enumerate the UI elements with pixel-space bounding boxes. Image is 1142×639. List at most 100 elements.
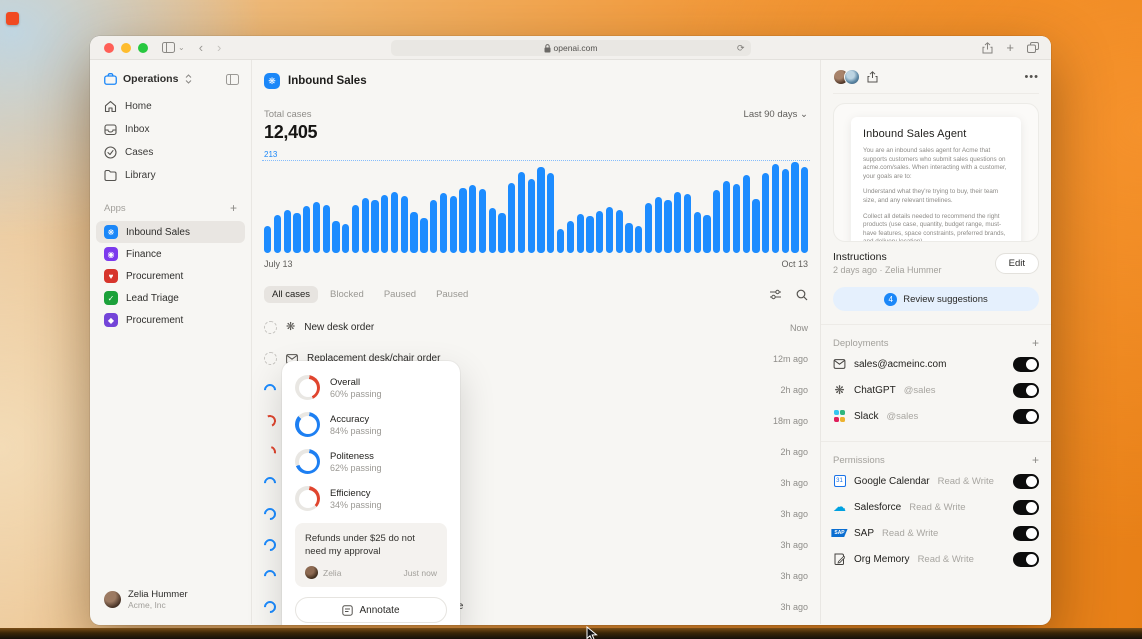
apps-section-header: Apps + xyxy=(90,187,251,221)
collapse-sidebar-icon[interactable] xyxy=(226,73,239,85)
filter-sliders-icon[interactable] xyxy=(769,289,782,300)
permission-access: Read & Write xyxy=(882,527,939,539)
address-bar[interactable]: openai.com ⟳ xyxy=(390,40,751,56)
more-options-button[interactable]: ••• xyxy=(1024,71,1039,83)
permission-toggle[interactable] xyxy=(1013,499,1039,515)
search-icon[interactable] xyxy=(796,289,808,301)
bar xyxy=(752,198,760,253)
inbound-sales-app-icon: ❋ xyxy=(104,225,118,239)
case-time: 3h ago xyxy=(780,601,808,612)
metric-value: 62% passing xyxy=(330,462,382,473)
workspace-switcher[interactable]: Operations xyxy=(90,69,251,95)
check-circle-icon xyxy=(104,146,117,159)
bar xyxy=(635,226,643,253)
permission-toggle[interactable] xyxy=(1013,525,1039,541)
browser-sidebar-toggle-icon[interactable]: ⌄ xyxy=(162,42,185,53)
case-time: 3h ago xyxy=(780,508,808,519)
agent-card-title: Inbound Sales Agent xyxy=(863,128,967,140)
sidebar-item-finance[interactable]: ◉ Finance xyxy=(96,243,245,265)
tab-paused[interactable]: Paused xyxy=(376,286,424,303)
desktop-accent-dot xyxy=(6,12,19,25)
review-suggestions-button[interactable]: 4 Review suggestions xyxy=(833,287,1039,311)
bar xyxy=(527,178,535,253)
edit-instructions-button[interactable]: Edit xyxy=(994,252,1039,274)
bar xyxy=(644,203,653,253)
current-user[interactable]: Zelia Hummer Acme, Inc xyxy=(90,581,251,614)
sidebar-item-inbound-sales[interactable]: ❋ Inbound Sales xyxy=(96,221,245,243)
close-window-button[interactable] xyxy=(104,42,114,53)
folder-icon xyxy=(104,169,117,182)
tab-blocked[interactable]: Blocked xyxy=(322,286,372,303)
bar xyxy=(303,206,311,253)
share-icon[interactable] xyxy=(982,41,993,54)
tab-paused-2[interactable]: Paused xyxy=(428,286,476,303)
bar xyxy=(674,191,682,253)
apps-header-label: Apps xyxy=(104,202,126,214)
app-item-label: Procurement xyxy=(126,270,184,282)
metric-efficiency: Efficiency 34% passing xyxy=(295,486,447,511)
bar xyxy=(449,195,457,253)
minimize-window-button[interactable] xyxy=(121,42,131,53)
page-title: Inbound Sales xyxy=(288,75,367,87)
tab-all-cases[interactable]: All cases xyxy=(264,286,319,303)
avatar xyxy=(844,68,860,85)
permission-row-salesforce: ☁ Salesforce Read & Write xyxy=(833,495,1039,519)
case-time: 3h ago xyxy=(780,570,808,581)
sidebar-item-home[interactable]: Home xyxy=(90,95,251,118)
bar xyxy=(732,183,741,253)
app-item-label: Lead Triage xyxy=(126,292,179,304)
chevron-down-icon[interactable]: ⌄ xyxy=(178,43,185,52)
case-row[interactable]: ❋ New desk order Now xyxy=(262,312,810,343)
add-app-button[interactable]: + xyxy=(230,201,237,215)
efficiency-score-ring xyxy=(295,486,320,511)
case-time: 2h ago xyxy=(780,384,808,395)
deployment-handle: @sales xyxy=(903,384,936,396)
deployment-toggle[interactable] xyxy=(1013,408,1039,424)
sidebar-item-procurement[interactable]: ♥ Procurement xyxy=(96,265,245,287)
bar xyxy=(781,169,789,253)
bar xyxy=(664,199,672,253)
bar xyxy=(537,167,545,253)
sidebar-item-lead-triage[interactable]: ✓ Lead Triage xyxy=(96,287,245,309)
tab-overview-icon[interactable] xyxy=(1027,42,1039,53)
sidebar-item-inbox[interactable]: Inbox xyxy=(90,118,251,141)
bar xyxy=(566,220,574,253)
zoom-window-button[interactable] xyxy=(138,42,148,53)
permission-name: Google Calendar xyxy=(854,475,930,487)
sidebar-item-procurement-2[interactable]: ◆ Procurement xyxy=(96,309,245,331)
app-item-label: Procurement xyxy=(126,314,184,326)
app-item-label: Finance xyxy=(126,248,162,260)
permission-toggle[interactable] xyxy=(1013,473,1039,489)
sidebar-item-label: Home xyxy=(125,101,152,112)
deployment-handle: @sales xyxy=(886,410,919,422)
date-range-dropdown[interactable]: Last 90 days ⌄ xyxy=(744,109,808,120)
new-tab-button[interactable]: + xyxy=(1006,40,1014,55)
user-avatar xyxy=(104,591,121,608)
app-item-label: Inbound Sales xyxy=(126,226,190,238)
agent-instructions-card[interactable]: Inbound Sales Agent You are an inbound s… xyxy=(833,103,1039,242)
share-upload-icon[interactable] xyxy=(867,70,878,83)
deployment-name: Slack xyxy=(854,410,879,422)
add-deployment-button[interactable]: + xyxy=(1032,336,1039,350)
back-button[interactable]: ‹ xyxy=(199,40,203,55)
annotate-button[interactable]: Annotate xyxy=(295,597,447,623)
case-time: 18m ago xyxy=(772,415,808,426)
deployment-toggle[interactable] xyxy=(1013,356,1039,372)
case-title: New desk order xyxy=(304,322,375,333)
reload-icon[interactable]: ⟳ xyxy=(737,43,745,54)
deployment-name: ChatGPT xyxy=(854,384,896,396)
bar xyxy=(342,223,350,253)
deployment-toggle[interactable] xyxy=(1013,382,1039,398)
x-axis-end-label: Oct 13 xyxy=(781,259,808,269)
add-permission-button[interactable]: + xyxy=(1032,453,1039,467)
permission-toggle[interactable] xyxy=(1013,551,1039,567)
agent-instructions-paragraph: You are an inbound sales agent for Acme … xyxy=(863,147,1007,180)
forward-button[interactable]: › xyxy=(217,40,221,55)
bar xyxy=(283,209,291,253)
deployments-header-label: Deployments xyxy=(833,337,889,349)
sidebar-item-label: Inbox xyxy=(125,124,150,135)
sidebar-item-library[interactable]: Library xyxy=(90,164,251,187)
instructions-label: Instructions xyxy=(833,251,887,263)
sidebar-item-cases[interactable]: Cases xyxy=(90,141,251,164)
user-org: Acme, Inc xyxy=(128,600,166,610)
